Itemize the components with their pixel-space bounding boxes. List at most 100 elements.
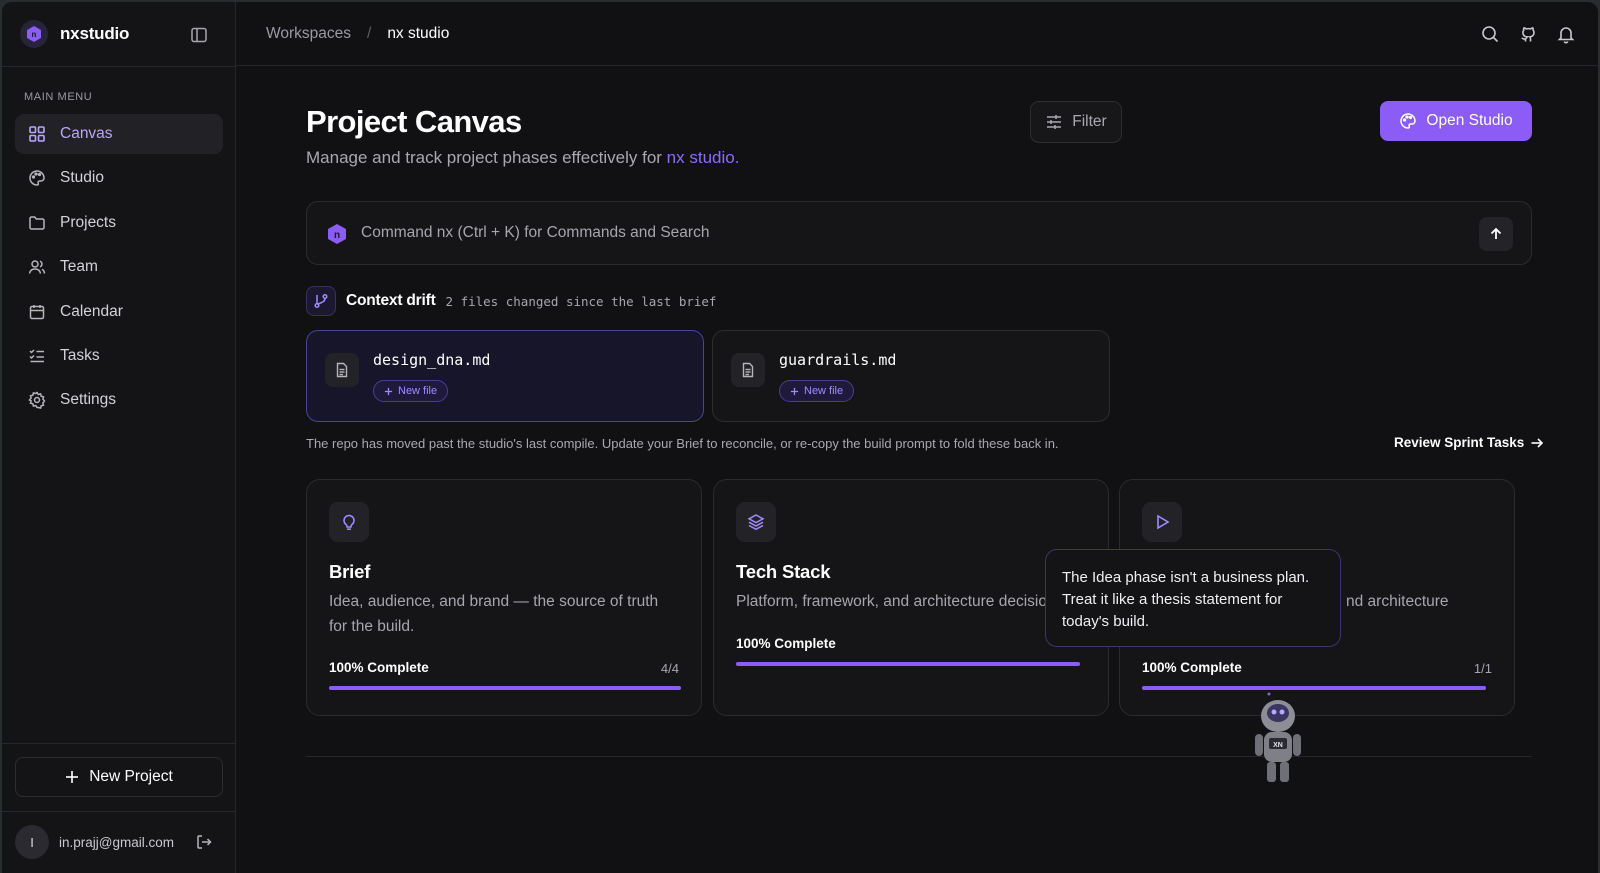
palette-icon (1400, 113, 1417, 129)
new-file-badge: New file (779, 380, 855, 402)
filter-label: Filter (1072, 113, 1107, 130)
app-window: n nxstudio MAIN MENU Canvas Studio Proje… (2, 2, 1598, 873)
open-studio-button[interactable]: Open Studio (1380, 101, 1532, 141)
changed-file-card[interactable]: guardrails.md New file (712, 330, 1110, 422)
filter-button[interactable]: Filter (1030, 101, 1122, 143)
sidebar-item-label: Canvas (60, 125, 113, 142)
sidebar-item-tasks[interactable]: Tasks (15, 336, 223, 376)
review-link-label: Review Sprint Tasks (1394, 435, 1525, 450)
bell-icon[interactable] (1556, 24, 1576, 44)
lightbulb-icon (329, 502, 369, 542)
divider (306, 756, 1532, 757)
sidebar-item-canvas[interactable]: Canvas (15, 114, 223, 154)
file-name: guardrails.md (779, 351, 897, 369)
context-drift-title: Context drift (346, 292, 436, 309)
arrow-right-icon (1531, 437, 1544, 448)
git-branch-icon (306, 286, 336, 316)
brand[interactable]: n nxstudio (20, 20, 129, 48)
file-name: design_dna.md (373, 351, 491, 369)
folder-icon (29, 216, 45, 230)
gear-icon (28, 391, 46, 410)
sidebar-item-label: Projects (60, 213, 116, 231)
file-icon (731, 353, 765, 387)
phase-description: Idea, audience, and brand — the source o… (329, 593, 659, 635)
breadcrumb: Workspaces / nx studio (266, 25, 449, 43)
phase-description: Platform, framework, and architecture de… (736, 593, 1064, 610)
context-drift-subtitle: 2 files changed since the last brief (445, 293, 717, 309)
page-title: Project Canvas (306, 104, 522, 139)
changed-file-card[interactable]: design_dna.md New file (306, 330, 704, 422)
badge-label: New file (804, 385, 844, 397)
divider (2, 743, 236, 744)
topbar: Workspaces / nx studio (236, 2, 1598, 66)
search-icon[interactable] (1480, 24, 1500, 44)
submit-button[interactable] (1479, 217, 1513, 251)
sidebar-item-team[interactable]: Team (15, 247, 223, 287)
svg-text:n: n (334, 230, 340, 241)
user-profile[interactable]: I in.prajj@gmail.com (15, 825, 223, 859)
grid-icon (29, 126, 45, 142)
calendar-icon (29, 304, 45, 319)
main-content: Project Canvas Manage and track project … (236, 66, 1598, 873)
sidebar-item-label: Settings (60, 391, 117, 409)
main-menu: Canvas Studio Projects Team Calendar Tas… (15, 114, 223, 425)
progress-bar (736, 662, 1080, 666)
robot-mascot-icon[interactable]: XN (1250, 692, 1310, 788)
subtitle-project-link[interactable]: nx studio. (667, 148, 740, 167)
page-subtitle: Manage and track project phases effectiv… (306, 148, 739, 168)
sidebar-item-label: Studio (60, 169, 104, 187)
github-icon[interactable] (1518, 24, 1538, 44)
progress-count: 4/4 (660, 661, 679, 676)
new-project-label: New Project (89, 768, 173, 785)
sidebar-toggle-icon[interactable] (190, 26, 208, 44)
sidebar-item-label: Calendar (60, 302, 123, 320)
sidebar-item-label: Tasks (60, 346, 100, 364)
progress-fill (329, 686, 681, 690)
logout-icon[interactable] (195, 833, 213, 851)
sidebar-item-studio[interactable]: Studio (15, 158, 223, 198)
progress-bar (329, 686, 681, 690)
breadcrumb-workspaces[interactable]: Workspaces (266, 25, 351, 43)
mascot-badge: XN (1273, 742, 1283, 749)
svg-text:n: n (32, 30, 37, 39)
progress-count: 1/1 (1473, 661, 1492, 676)
sidebar-item-settings[interactable]: Settings (15, 380, 223, 420)
palette-icon (29, 170, 45, 187)
divider (2, 66, 236, 67)
sidebar: n nxstudio MAIN MENU Canvas Studio Proje… (2, 2, 236, 873)
subtitle-text: Manage and track project phases effectiv… (306, 148, 667, 167)
topbar-actions (1480, 24, 1576, 44)
divider (2, 811, 236, 812)
layers-icon (736, 502, 776, 542)
sliders-icon (1047, 115, 1062, 129)
breadcrumb-separator: / (367, 25, 372, 42)
brand-name: nxstudio (60, 24, 130, 43)
phase-title: Tech Stack (736, 561, 831, 582)
phase-title: Brief (329, 561, 371, 582)
logo-icon: n (20, 20, 48, 48)
phase-tooltip: The Idea phase isn't a business plan. Tr… (1045, 549, 1341, 647)
progress-label: 100% Complete (329, 660, 429, 675)
avatar: I (15, 825, 49, 859)
play-icon (1142, 502, 1182, 542)
new-project-button[interactable]: New Project (15, 757, 223, 797)
sidebar-item-calendar[interactable]: Calendar (15, 292, 223, 332)
file-icon (325, 353, 359, 387)
breadcrumb-current: nx studio (387, 25, 450, 42)
progress-label: 100% Complete (1142, 660, 1242, 675)
badge-label: New file (398, 385, 438, 397)
user-email: in.prajj@gmail.com (59, 834, 174, 850)
progress-fill (736, 662, 1080, 666)
arrow-up-icon (1490, 227, 1502, 239)
sidebar-item-projects[interactable]: Projects (15, 203, 223, 243)
context-drift-header: Context drift 2 files changed since the … (306, 286, 716, 316)
plus-icon (66, 771, 79, 783)
command-bar[interactable]: n Command nx (Ctrl + K) for Commands and… (306, 201, 1532, 265)
phase-description: nd architecture (1346, 593, 1449, 610)
sidebar-item-label: Team (60, 258, 98, 276)
repo-note: The repo has moved past the studio's las… (306, 436, 1059, 451)
command-input[interactable]: Command nx (Ctrl + K) for Commands and S… (361, 224, 709, 242)
users-icon (28, 260, 46, 274)
review-sprint-tasks-link[interactable]: Review Sprint Tasks (1394, 435, 1544, 450)
phase-card-brief[interactable]: Brief Idea, audience, and brand — the so… (306, 479, 702, 716)
